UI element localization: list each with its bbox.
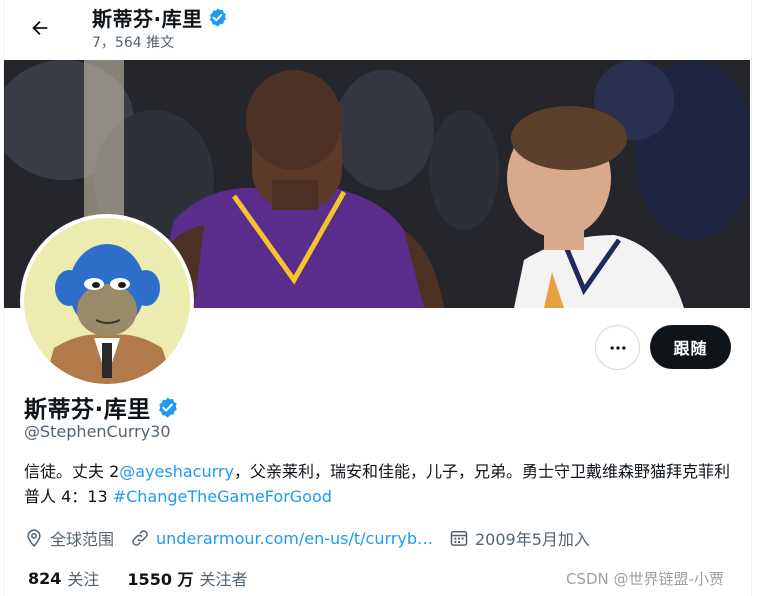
tweet-count: 7，564 推文 bbox=[92, 35, 175, 51]
website-item: underarmour.com/en-us/t/curryb… bbox=[130, 528, 433, 548]
joined-date: 2009年5月加入 bbox=[474, 530, 590, 549]
followers-link[interactable]: 1550 万 关注者 bbox=[127, 566, 247, 590]
profile-name: 斯蒂芬·库里 bbox=[24, 397, 151, 423]
ape-avatar-illustration bbox=[24, 218, 190, 384]
watermark-text: CSDN @世界链盟-小贾 bbox=[566, 570, 724, 588]
followers-count: 1550 万 bbox=[127, 570, 194, 589]
header-name: 斯蒂芬·库里 bbox=[92, 7, 203, 31]
verified-badge-icon bbox=[158, 396, 177, 418]
bio-text: 信徒。丈夫 2 bbox=[24, 462, 120, 481]
profile-bio: 信徒。丈夫 2@ayeshacurry，父亲莱利，瑞安和佳能，儿子，兄弟。勇士守… bbox=[24, 459, 734, 509]
more-dots-icon bbox=[610, 345, 625, 350]
bio-mention-link[interactable]: @ayeshacurry bbox=[119, 462, 234, 481]
website-link[interactable]: underarmour.com/en-us/t/curryb… bbox=[156, 529, 433, 548]
profile-name-row: 斯蒂芬·库里 bbox=[24, 390, 179, 424]
following-link[interactable]: 824 关注 bbox=[28, 566, 99, 590]
profile-header: 斯蒂芬·库里 7，564 推文 bbox=[0, 0, 768, 60]
back-arrow-icon bbox=[32, 20, 48, 36]
back-button[interactable] bbox=[22, 10, 58, 46]
frame-border-right bbox=[751, 0, 752, 596]
avatar-image bbox=[24, 218, 190, 384]
calendar-icon bbox=[450, 531, 468, 546]
profile-avatar[interactable] bbox=[20, 214, 194, 388]
following-count: 824 bbox=[28, 568, 62, 588]
joined-item: 2009年5月加入 bbox=[449, 526, 590, 550]
location-pin-icon bbox=[27, 529, 41, 547]
bio-hashtag-link[interactable]: #ChangeTheGameForGood bbox=[113, 487, 332, 506]
following-label: 关注 bbox=[67, 570, 100, 589]
profile-handle: @StephenCurry30 bbox=[24, 422, 171, 441]
follow-button[interactable]: 跟随 bbox=[650, 325, 731, 369]
more-options-button[interactable] bbox=[595, 325, 640, 370]
header-title: 斯蒂芬·库里 bbox=[92, 3, 228, 32]
follow-stats: 824 关注 1550 万 关注者 bbox=[28, 566, 276, 590]
verified-badge-icon bbox=[209, 8, 226, 27]
profile-meta: 全球范围 underarmour.com/en-us/t/curryb… 200… bbox=[24, 526, 606, 550]
location-text: 全球范围 bbox=[50, 530, 115, 549]
followers-label: 关注者 bbox=[199, 570, 248, 589]
location-item: 全球范围 bbox=[24, 526, 114, 550]
link-icon bbox=[132, 530, 148, 546]
